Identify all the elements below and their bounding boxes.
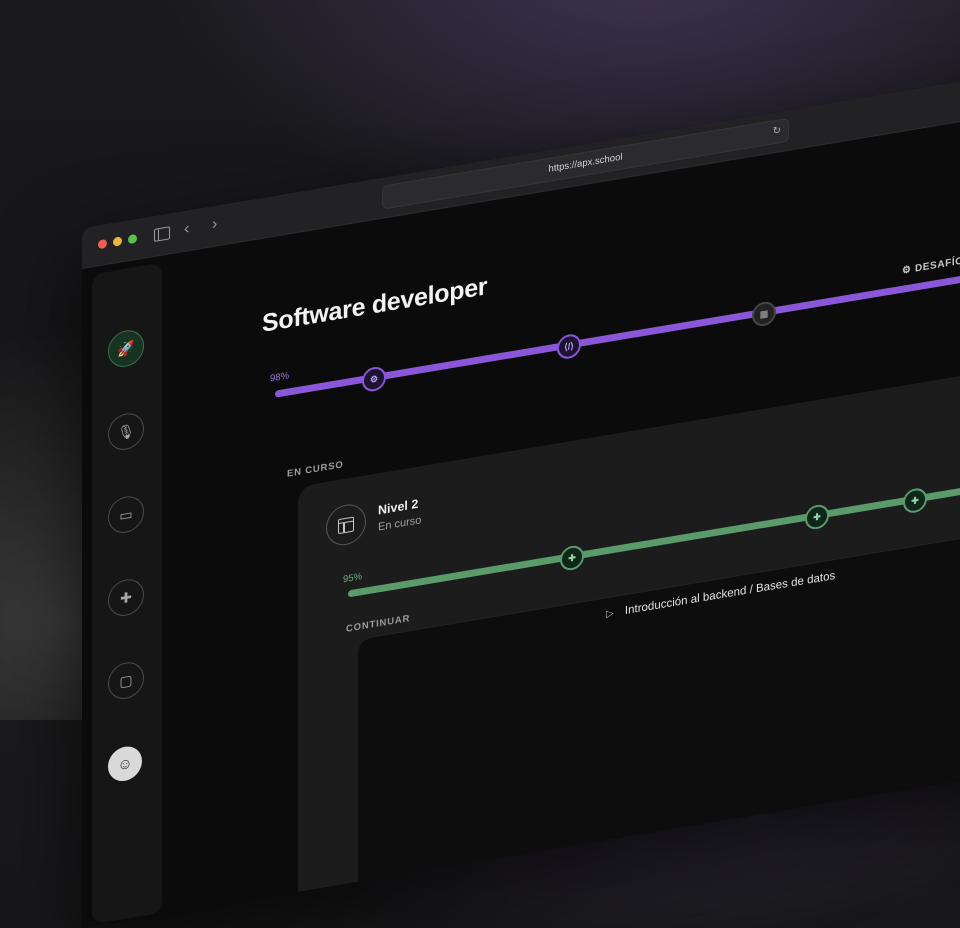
challenge-label: DESAFÍO (914, 255, 960, 275)
nav-book-button[interactable]: ▭ (108, 493, 144, 536)
close-window-button[interactable] (98, 238, 107, 250)
nav-puzzle-button[interactable]: ✚ (108, 576, 144, 619)
gear-icon: ⚙ (369, 372, 379, 385)
avatar-icon: ☺ (117, 754, 133, 774)
milestone-gear-node[interactable]: ⚙ (362, 365, 386, 394)
reload-icon[interactable]: ↻ (773, 120, 781, 143)
code-icon: ⟨/⟩ (564, 340, 574, 352)
puzzle-icon: ✚ (120, 588, 132, 607)
app-sidebar: 🚀 🎙 ▭ ✚ ▢ ☺ (92, 262, 162, 925)
continue-lesson-title: Introducción al backend / Bases de datos (624, 569, 836, 618)
nav-rocket-button[interactable]: 🚀 (108, 327, 144, 370)
milestone-code-node[interactable]: ⟨/⟩ (557, 332, 581, 361)
milestone-layout-node[interactable]: ▦ (752, 299, 776, 328)
page-title: Software developer (262, 272, 488, 338)
career-progress-percent: 98% (270, 370, 290, 385)
zoom-window-button[interactable] (128, 233, 137, 245)
challenge-link[interactable]: ⚙ DESAFÍO (902, 255, 960, 276)
rocket-icon: 🚀 (117, 338, 135, 358)
in-progress-heading: EN CURSO (287, 459, 344, 480)
layout-icon (326, 501, 366, 549)
level-milestone-node[interactable]: ✚ (903, 486, 927, 515)
level-milestone-node[interactable]: ✚ (805, 502, 829, 532)
puzzle-icon: ✚ (911, 494, 919, 506)
layout-icon: ▦ (759, 307, 769, 320)
challenge-gear-icon: ⚙ (902, 264, 912, 277)
continue-lesson-link[interactable]: ▷ Introducción al backend / Bases de dat… (606, 570, 835, 620)
level-progress-percent: 95% (343, 571, 363, 586)
puzzle-icon: ✚ (568, 551, 576, 564)
level-card[interactable]: Nivel 2 En curso 95% ✚ ✚ ✚ CONTINUAR ▷ I… (298, 336, 960, 907)
nav-chat-button[interactable]: ▢ (108, 659, 144, 702)
puzzle-icon: ✚ (813, 510, 821, 523)
play-icon: ▷ (606, 608, 614, 621)
chevron-left-icon[interactable]: ‹ (184, 219, 189, 240)
browser-window: ‹ › https://apx.school ↻ 🚀 🎙 ▭ ✚ ▢ ☺ Sof… (82, 43, 960, 928)
level-title: Nivel 2 (378, 496, 419, 518)
level-milestone-node[interactable]: ✚ (560, 543, 584, 573)
nav-microphone-button[interactable]: 🎙 (108, 410, 144, 453)
avatar[interactable]: ☺ (108, 743, 142, 784)
minimize-window-button[interactable] (113, 236, 122, 247)
continue-lesson-card[interactable]: ▷ Introducción al backend / Bases de dat… (358, 494, 960, 900)
url-text: https://apx.school (548, 151, 623, 175)
chevron-right-icon[interactable]: › (212, 214, 217, 235)
microphone-icon: 🎙 (117, 421, 135, 441)
chat-icon: ▢ (119, 671, 133, 690)
sidebar-toggle-icon[interactable] (154, 226, 170, 242)
level-status: En curso (378, 514, 422, 534)
browser-window-stage: ‹ › https://apx.school ↻ 🚀 🎙 ▭ ✚ ▢ ☺ Sof… (82, 43, 960, 928)
book-icon: ▭ (119, 505, 133, 524)
